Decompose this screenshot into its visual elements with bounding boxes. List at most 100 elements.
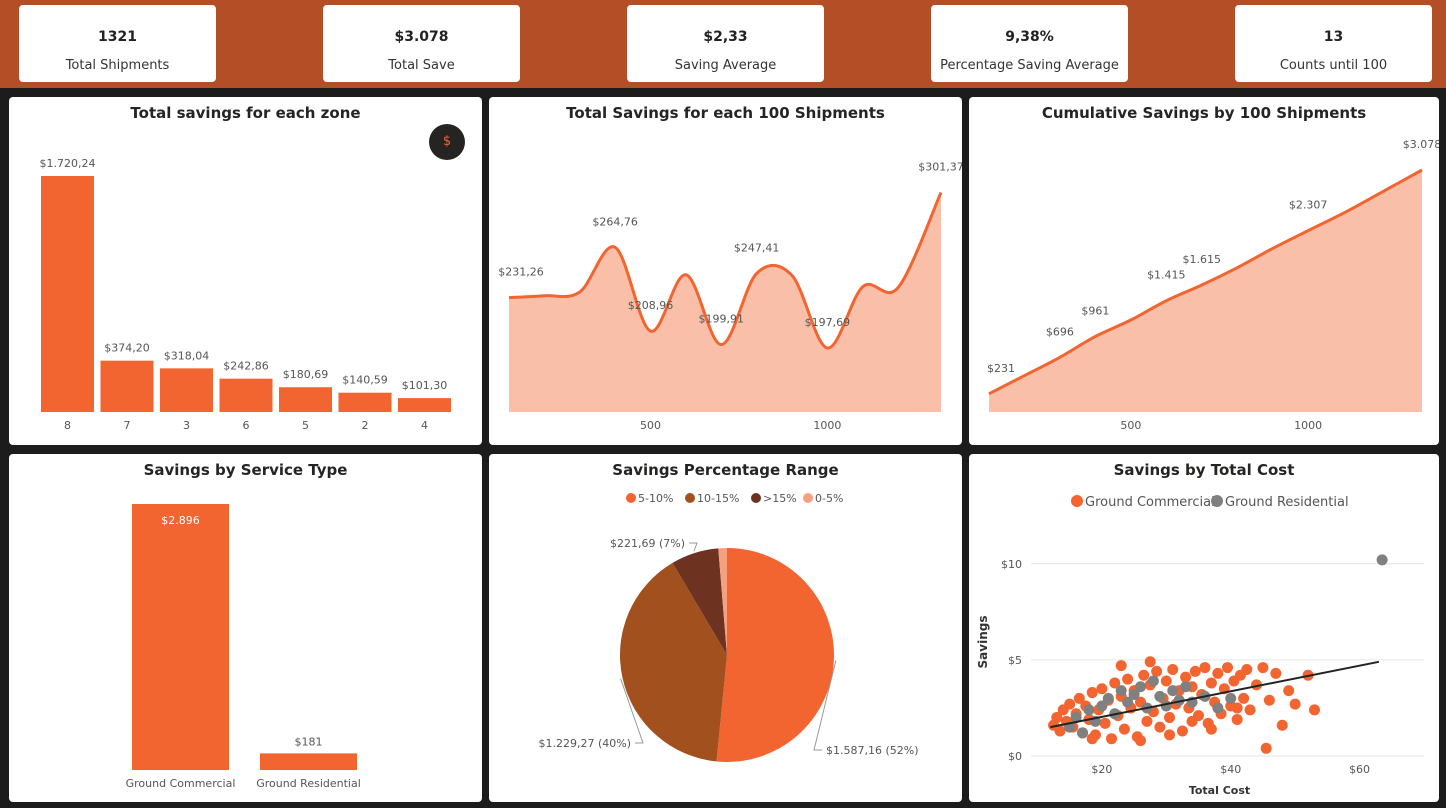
savings-by-cost-chart: Ground Commercial Ground Residential $0 $5 $… — [976, 495, 1424, 797]
cumulative-savings-panel[interactable]: $231 $696 $961 $1.415 $1.615 $2.307 $3.078 500 1… — [969, 97, 1439, 445]
leader-line — [689, 542, 698, 552]
scatter-point — [1135, 735, 1147, 747]
point-data-label: $199,91 — [699, 313, 745, 326]
scatter-point — [1180, 671, 1192, 683]
scatter-point — [1147, 675, 1159, 687]
percentage-range-panel[interactable]: 5-10% 10-15% >15% 0-5% $1.587,16 (52%) $1.229… — [489, 454, 962, 802]
area-fill — [509, 192, 941, 412]
scatter-point — [1086, 733, 1098, 745]
x-tick-label: 8 — [64, 419, 71, 432]
zone-bar — [279, 387, 332, 412]
savings-per-100-chart: $231,26 $264,76 $208,96 $199,91 $247,41 $197,… — [498, 160, 962, 432]
scatter-point — [1199, 662, 1211, 674]
scatter-point — [1154, 690, 1166, 702]
scatter-point — [1064, 698, 1076, 710]
zone-bar — [338, 392, 392, 412]
point-data-label: $301,37 — [918, 160, 962, 173]
legend-label: >15% — [763, 492, 797, 505]
point-data-label: $961 — [1081, 304, 1109, 317]
kpi-card-counts-until-100[interactable]: 13 Counts until 100 — [1235, 5, 1432, 82]
scatter-point — [1263, 694, 1275, 706]
zone-savings-panel[interactable]: $1.720,24 8 $374,20 7 $318,04 3 $242,86 6 $180,6… — [9, 97, 482, 445]
bar-data-label: $242,86 — [223, 360, 269, 373]
scatter-point — [1244, 704, 1256, 716]
cumulative-savings-chart: $231 $696 $961 $1.415 $1.615 $2.307 $3.078 500 1… — [987, 138, 1439, 432]
scatter-point — [1283, 685, 1295, 697]
legend-label: 5-10% — [638, 492, 673, 505]
legend-label: Ground Residential — [1225, 495, 1349, 510]
x-axis-label: Total Cost — [1189, 784, 1250, 797]
scatter-point — [1186, 715, 1198, 727]
scatter-point — [1151, 665, 1163, 677]
bar-data-label: $180,69 — [283, 368, 329, 381]
x-tick-label: 500 — [640, 419, 661, 432]
y-axis-label: Savings — [976, 616, 990, 669]
scatter-point — [1141, 715, 1153, 727]
dollar-icon[interactable]: $ — [429, 124, 465, 160]
kpi-header: 1321 Total Shipments $3.078 Total Save $… — [0, 0, 1446, 88]
legend-label: 10-15% — [697, 492, 739, 505]
point-data-label: $197,69 — [805, 316, 851, 329]
scatter-point — [1212, 702, 1224, 714]
scatter-point — [1164, 712, 1176, 724]
legend-marker — [685, 493, 695, 503]
scatter-point — [1106, 733, 1118, 745]
scatter-point — [1270, 667, 1282, 679]
point-data-label: $1.615 — [1183, 253, 1222, 266]
bar-data-label: $2.896 — [161, 514, 200, 527]
slice-data-label: $1.229,27 (40%) — [538, 737, 631, 750]
y-tick-label: $10 — [1001, 558, 1022, 571]
scatter-point — [1225, 692, 1237, 704]
scatter-point — [1154, 721, 1166, 733]
x-tick-label: 7 — [124, 419, 131, 432]
kpi-label: Total Shipments — [65, 58, 170, 73]
point-data-label: $208,96 — [628, 299, 674, 312]
scatter-point — [1231, 713, 1243, 725]
kpi-card-saving-average[interactable]: $2,33 Saving Average — [627, 5, 824, 82]
scatter-point — [1189, 665, 1201, 677]
x-tick-label: 4 — [421, 419, 428, 432]
scatter-point — [1099, 717, 1111, 729]
legend-label: Ground Commercial — [1085, 495, 1215, 510]
kpi-label: Saving Average — [674, 58, 777, 73]
pie-slice — [716, 548, 834, 762]
bar-data-label: $140,59 — [342, 374, 388, 387]
zone-bar — [100, 360, 154, 412]
scatter-point — [1167, 685, 1179, 697]
scatter-point — [1160, 675, 1172, 687]
kpi-card-total-save[interactable]: $3.078 Total Save — [323, 5, 520, 82]
bar-data-label: $181 — [295, 735, 323, 748]
point-data-label: $264,76 — [592, 215, 638, 228]
x-tick-label: 500 — [1120, 419, 1141, 432]
scatter-point — [1102, 692, 1114, 704]
legend-label: 0-5% — [815, 492, 843, 505]
kpi-value: 13 — [1323, 29, 1344, 45]
slice-data-label: $221,69 (7%) — [610, 537, 685, 550]
legend-marker — [751, 493, 761, 503]
kpi-card-percentage-saving-average[interactable]: 9,38% Percentage Saving Average — [931, 5, 1128, 82]
savings-per-100-panel[interactable]: $231,26 $264,76 $208,96 $199,91 $247,41 $197,… — [489, 97, 962, 445]
kpi-card-total-shipments[interactable]: 1321 Total Shipments — [19, 5, 216, 82]
chart-title: Savings Percentage Range — [612, 461, 839, 479]
legend-marker — [803, 493, 813, 503]
point-data-label: $231 — [987, 362, 1015, 375]
zone-bar — [41, 176, 94, 412]
point-data-label: $3.078 — [1403, 138, 1439, 151]
scatter-point — [1222, 662, 1233, 674]
legend-marker — [1071, 495, 1083, 507]
kpi-value: 9,38% — [1005, 29, 1054, 45]
savings-by-cost-panel[interactable]: Ground Commercial Ground Residential $0 $5 $… — [969, 454, 1439, 802]
service-type-panel[interactable]: $2.896 Ground Commercial $181 Ground Reside… — [9, 454, 482, 802]
kpi-value: $3.078 — [394, 29, 449, 45]
zone-bar — [398, 398, 451, 412]
scatter-point — [1096, 683, 1108, 695]
scatter-point — [1160, 700, 1172, 712]
scatter-point — [1176, 725, 1188, 737]
scatter-point — [1231, 702, 1243, 714]
service-type-chart: $2.896 Ground Commercial $181 Ground Reside… — [126, 504, 361, 790]
kpi-value: 1321 — [98, 29, 137, 45]
scatter-point — [1135, 681, 1147, 693]
scatter-point — [1241, 663, 1253, 675]
service-bar — [132, 504, 229, 770]
scatter-point — [1289, 698, 1301, 710]
